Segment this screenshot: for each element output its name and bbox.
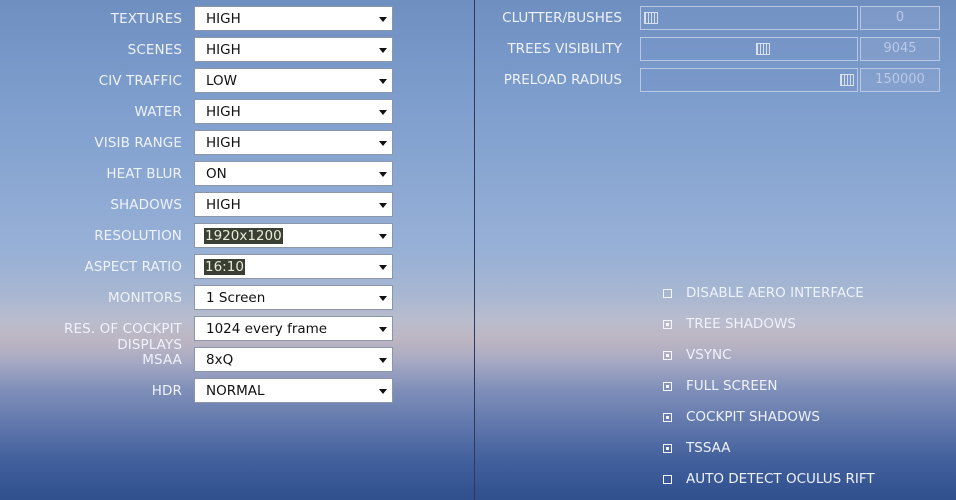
disable-aero-interface-label[interactable]: DISABLE AERO INTERFACE (686, 285, 864, 301)
scenes-select[interactable]: HIGH (194, 37, 393, 62)
full-screen-label[interactable]: FULL SCREEN (686, 378, 778, 394)
dropdown-arrow-icon[interactable] (379, 203, 387, 208)
monitors-value: 1 Screen (206, 290, 266, 306)
res-of-cockpit-displays-select[interactable]: 1024 every frame (194, 316, 393, 341)
disable-aero-interface-checkbox[interactable] (663, 289, 672, 298)
clutter-bushes-slider-thumb[interactable] (644, 12, 658, 24)
aspect-ratio-value: 16:10 (204, 259, 245, 275)
cockpit-shadows-label[interactable]: COCKPIT SHADOWS (686, 409, 820, 425)
preload-radius-slider[interactable] (640, 68, 858, 92)
dropdown-arrow-icon[interactable] (379, 265, 387, 270)
resolution-value: 1920x1200 (204, 228, 283, 244)
dropdown-arrow-icon[interactable] (379, 48, 387, 53)
msaa-select[interactable]: 8xQ (194, 347, 393, 372)
res-of-cockpit-displays-value: 1024 every frame (206, 321, 328, 337)
scenes-value: HIGH (206, 42, 241, 58)
textures-select[interactable]: HIGH (194, 6, 393, 31)
preload-radius-slider-thumb[interactable] (840, 74, 854, 86)
dropdown-arrow-icon[interactable] (379, 327, 387, 332)
visib-range-value: HIGH (206, 135, 241, 151)
heat-blur-value: ON (206, 166, 227, 182)
scenes-label: SCENES (127, 42, 182, 58)
dropdown-arrow-icon[interactable] (379, 234, 387, 239)
water-label: WATER (134, 104, 182, 120)
water-value: HIGH (206, 104, 241, 120)
tree-shadows-checkbox[interactable] (663, 320, 672, 329)
tssaa-checkbox[interactable] (663, 444, 672, 453)
aspect-ratio-label: ASPECT RATIO (84, 259, 182, 275)
msaa-value: 8xQ (206, 352, 234, 368)
hdr-label: HDR (151, 383, 182, 399)
panel-divider (474, 0, 475, 500)
vsync-label[interactable]: VSYNC (686, 347, 732, 363)
civ-traffic-label: CIV TRAFFIC (98, 73, 182, 89)
shadows-select[interactable]: HIGH (194, 192, 393, 217)
trees-visibility-value-field[interactable]: 9045 (860, 37, 940, 61)
clutter-bushes-label: CLUTTER/BUSHES (502, 10, 622, 26)
preload-radius-value-field[interactable]: 150000 (860, 68, 940, 92)
dropdown-arrow-icon[interactable] (379, 110, 387, 115)
trees-visibility-label: TREES VISIBILITY (507, 41, 622, 57)
dropdown-arrow-icon[interactable] (379, 17, 387, 22)
heat-blur-select[interactable]: ON (194, 161, 393, 186)
water-select[interactable]: HIGH (194, 99, 393, 124)
msaa-label: MSAA (142, 352, 182, 368)
civ-traffic-value: LOW (206, 73, 238, 89)
dropdown-arrow-icon[interactable] (379, 389, 387, 394)
trees-visibility-slider[interactable] (640, 37, 858, 61)
dropdown-arrow-icon[interactable] (379, 358, 387, 363)
dropdown-arrow-icon[interactable] (379, 79, 387, 84)
res-of-cockpit-displays-label: RES. OF COCKPIT DISPLAYS (64, 321, 182, 353)
vsync-checkbox[interactable] (663, 351, 672, 360)
civ-traffic-select[interactable]: LOW (194, 68, 393, 93)
dropdown-arrow-icon[interactable] (379, 296, 387, 301)
aspect-ratio-select[interactable]: 16:10 (194, 254, 393, 279)
heat-blur-label: HEAT BLUR (106, 166, 182, 182)
shadows-value: HIGH (206, 197, 241, 213)
textures-label: TEXTURES (110, 11, 182, 27)
visib-range-label: VISIB RANGE (94, 135, 182, 151)
auto-detect-oculus-rift-checkbox[interactable] (663, 475, 672, 484)
cockpit-shadows-checkbox[interactable] (663, 413, 672, 422)
hdr-select[interactable]: NORMAL (194, 378, 393, 403)
auto-detect-oculus-rift-label[interactable]: AUTO DETECT OCULUS RIFT (686, 471, 875, 487)
clutter-bushes-value-field[interactable]: 0 (860, 6, 940, 30)
hdr-value: NORMAL (206, 383, 265, 399)
preload-radius-label: PRELOAD RADIUS (503, 72, 622, 88)
textures-value: HIGH (206, 11, 241, 27)
visib-range-select[interactable]: HIGH (194, 130, 393, 155)
tssaa-label[interactable]: TSSAA (686, 440, 730, 456)
monitors-label: MONITORS (108, 290, 182, 306)
dropdown-arrow-icon[interactable] (379, 141, 387, 146)
resolution-label: RESOLUTION (94, 228, 182, 244)
shadows-label: SHADOWS (110, 197, 182, 213)
trees-visibility-slider-thumb[interactable] (755, 43, 770, 55)
tree-shadows-label[interactable]: TREE SHADOWS (686, 316, 796, 332)
clutter-bushes-slider[interactable] (640, 6, 858, 30)
resolution-select[interactable]: 1920x1200 (194, 223, 393, 248)
monitors-select[interactable]: 1 Screen (194, 285, 393, 310)
full-screen-checkbox[interactable] (663, 382, 672, 391)
dropdown-arrow-icon[interactable] (379, 172, 387, 177)
